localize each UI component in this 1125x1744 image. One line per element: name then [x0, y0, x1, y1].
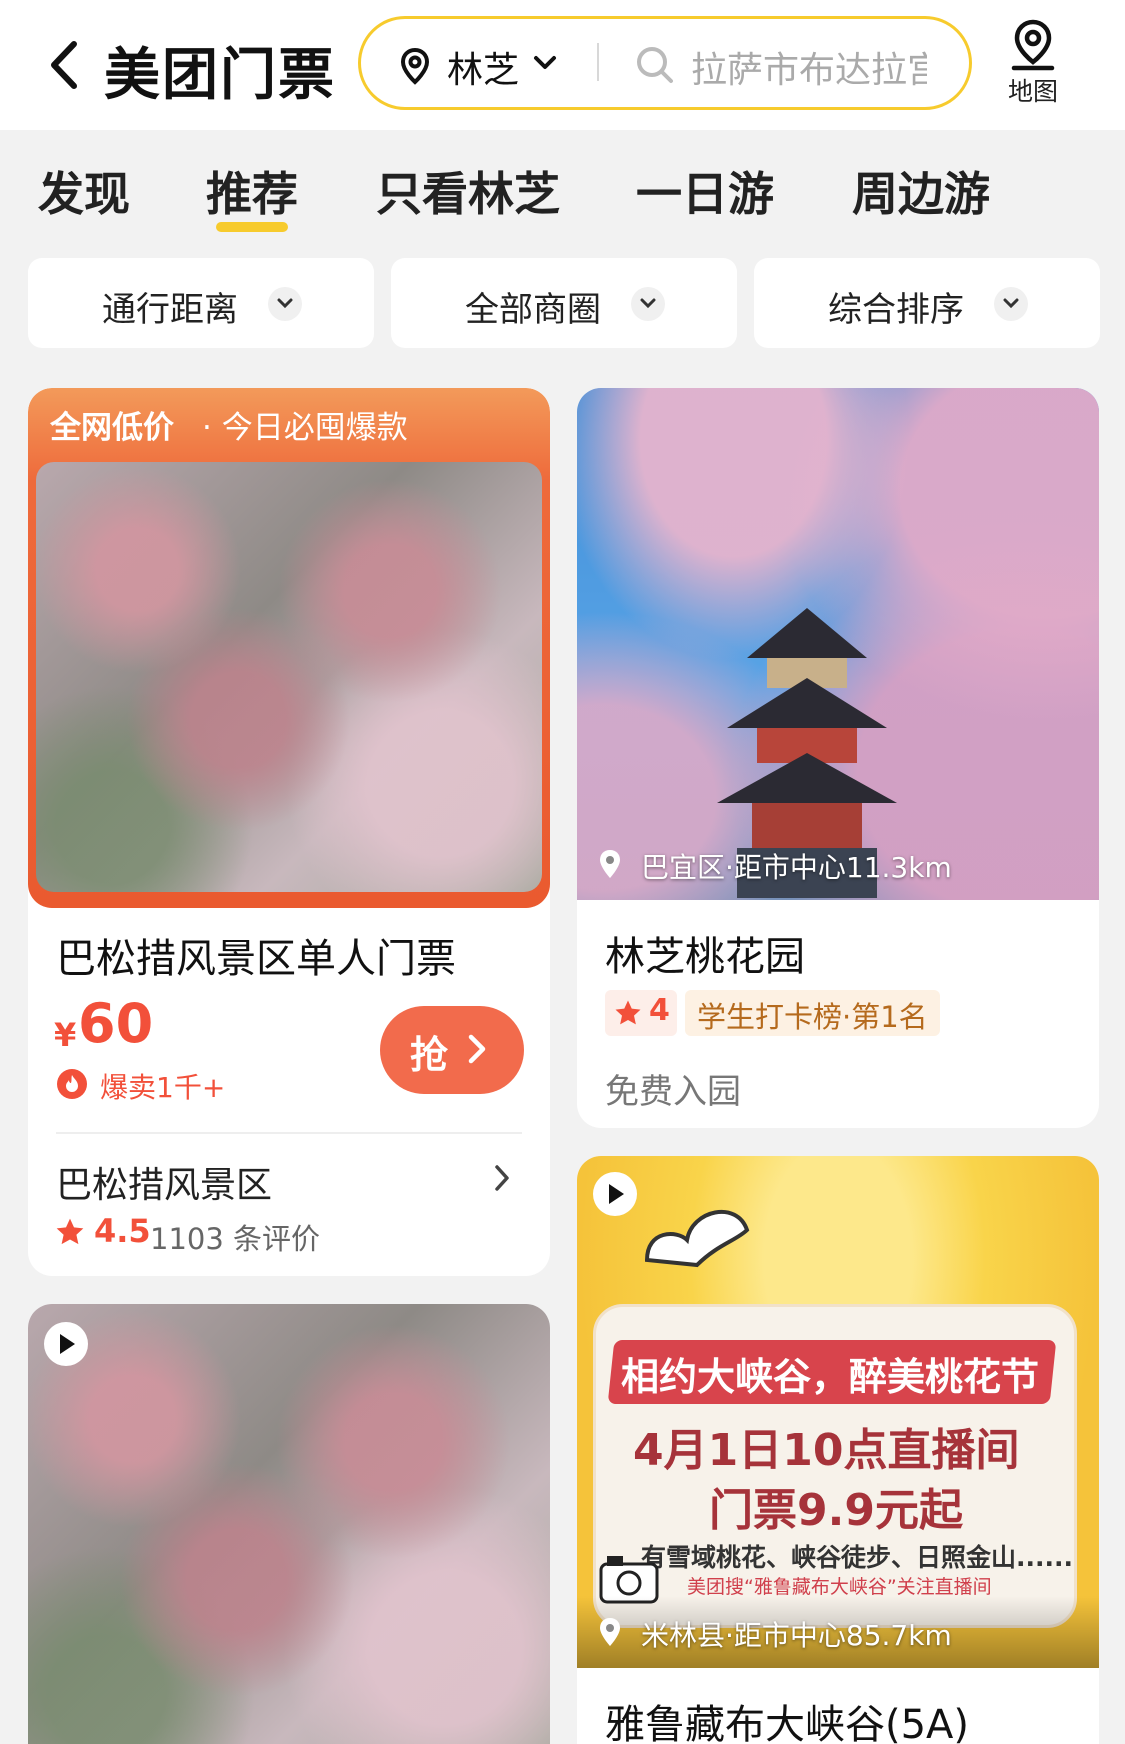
peach-garden-card[interactable]: 巴宜区·距市中心11.3km 林芝桃花园 4 学生打卡榜·第1名 免费入园 — [577, 388, 1099, 1128]
deal-price: 60 — [78, 992, 154, 1055]
sold-count: 爆卖1千+ — [100, 1071, 226, 1104]
filter-sort[interactable]: 综合排序 — [754, 258, 1100, 348]
location-pin-icon — [600, 850, 620, 878]
chevron-right-icon[interactable] — [494, 1164, 510, 1192]
page-title: 美团门票 — [104, 43, 336, 108]
play-button[interactable] — [44, 1322, 88, 1366]
star-icon — [615, 1000, 641, 1025]
cloud-illustration — [644, 1210, 750, 1268]
tab-nearby-trip[interactable]: 周边游 — [852, 158, 990, 224]
search-bar[interactable]: 林芝 拉萨市布达拉宫 — [358, 16, 972, 110]
filter-label: 通行距离 — [102, 290, 238, 330]
peach-garden-location: 巴宜区·距市中心11.3km — [641, 851, 952, 884]
location-pin-icon — [600, 1618, 620, 1646]
poster-features: 有雪域桃花、峡谷徒步、日照金山...... — [641, 1543, 1073, 1572]
city-selector[interactable]: 林芝 — [447, 41, 519, 93]
low-price-tag: 全网低价 — [50, 410, 174, 446]
map-button[interactable]: 地图 — [998, 18, 1068, 108]
map-pin-icon — [1011, 19, 1055, 71]
deal-card[interactable]: 全网低价 · 今日必囤爆款 巴松措风景区单人门票 ¥ 60 爆卖1千+ 抢 巴松… — [28, 388, 550, 1276]
rating-value: 4.5 — [94, 1212, 151, 1250]
poster-price: 门票9.9元起 — [709, 1485, 963, 1536]
top-bar: 美团门票 林芝 拉萨市布达拉宫 地图 — [0, 0, 1125, 130]
tab-only-nyingchi[interactable]: 只看林芝 — [376, 158, 560, 224]
free-entry-text: 免费入园 — [605, 1072, 741, 1112]
location-pin-icon — [400, 47, 430, 85]
chevron-down-icon — [268, 287, 302, 321]
play-icon — [60, 1334, 75, 1354]
search-icon — [637, 47, 673, 83]
filter-label: 综合排序 — [828, 290, 964, 330]
deal-photo[interactable] — [36, 462, 542, 892]
poster-search-hint: 美团搜“雅鲁藏布大峡谷”关注直播间 — [687, 1576, 992, 1598]
chevron-right-icon — [468, 1034, 486, 1064]
peach-garden-title: 林芝桃花园 — [605, 934, 805, 980]
filter-area[interactable]: 全部商圈 — [391, 258, 737, 348]
search-input[interactable]: 拉萨市布达拉宫 — [691, 41, 927, 93]
grab-label: 抢 — [410, 1033, 449, 1077]
low-price-subtext: · 今日必囤爆款 — [202, 410, 408, 446]
play-icon — [609, 1184, 624, 1204]
canyon-card[interactable]: 相约大峡谷，醉美桃花节 4月1日10点直播间 门票9.9元起 有雪域桃花、峡谷徒… — [577, 1156, 1099, 1744]
filter-label: 全部商圈 — [465, 290, 601, 330]
rating-value: 4 — [649, 993, 670, 1028]
search-divider — [597, 43, 599, 81]
grab-button[interactable]: 抢 — [380, 1006, 524, 1094]
price-currency: ¥ — [54, 1016, 77, 1054]
rank-badge[interactable]: 学生打卡榜·第1名 — [685, 990, 940, 1036]
chevron-down-icon — [534, 56, 556, 69]
fire-icon — [57, 1069, 87, 1099]
play-button[interactable] — [593, 1172, 637, 1216]
card-divider — [56, 1132, 522, 1134]
review-count: 1103 条评价 — [150, 1222, 321, 1256]
active-tab-indicator — [216, 222, 288, 232]
rating-badge: 4 — [605, 990, 677, 1036]
deal-title: 巴松措风景区单人门票 — [56, 936, 456, 982]
canyon-live-poster[interactable]: 相约大峡谷，醉美桃花节 4月1日10点直播间 门票9.9元起 有雪域桃花、峡谷徒… — [577, 1156, 1099, 1668]
poster-date: 4月1日10点直播间 — [633, 1425, 1020, 1476]
filter-distance[interactable]: 通行距离 — [28, 258, 374, 348]
canyon-title: 雅鲁藏布大峡谷(5A) — [605, 1702, 970, 1744]
tab-recommend[interactable]: 推荐 — [206, 158, 298, 224]
blossom-video-thumbnail[interactable] — [28, 1304, 550, 1744]
poster-headline: 相约大峡谷，醉美桃花节 — [621, 1355, 1040, 1399]
map-label: 地图 — [1007, 77, 1058, 106]
canyon-location: 米林县·距市中心85.7km — [641, 1619, 952, 1652]
peach-garden-photo[interactable] — [577, 388, 1099, 900]
chevron-down-icon — [631, 287, 665, 321]
video-card[interactable] — [28, 1304, 550, 1744]
attraction-name[interactable]: 巴松措风景区 — [56, 1156, 272, 1208]
category-tabs: 发现 推荐 只看林芝 一日游 周边游 — [0, 130, 1125, 250]
tab-day-trip[interactable]: 一日游 — [636, 158, 774, 224]
chevron-down-icon — [994, 287, 1028, 321]
tab-discover[interactable]: 发现 — [38, 158, 130, 224]
back-arrow-icon[interactable] — [46, 38, 80, 92]
star-icon — [56, 1218, 84, 1245]
